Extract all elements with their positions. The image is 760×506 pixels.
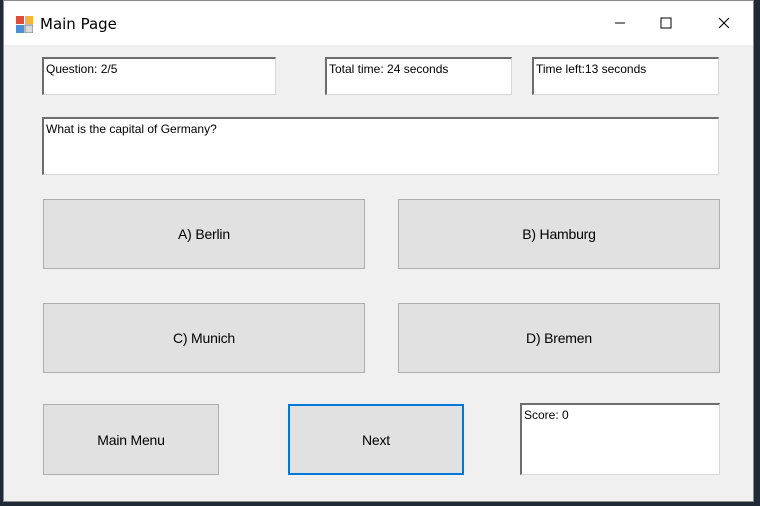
answer-a-button[interactable]: A) Berlin	[43, 199, 365, 269]
close-button[interactable]	[701, 1, 747, 45]
close-icon	[718, 17, 730, 29]
maximize-icon	[660, 17, 672, 29]
total-time-field[interactable]: Total time: 24 seconds	[325, 57, 512, 95]
window-title: Main Page	[40, 15, 117, 33]
minimize-icon	[615, 22, 625, 24]
answer-d-button[interactable]: D) Bremen	[398, 303, 720, 373]
score-field[interactable]: Score: 0	[520, 403, 720, 475]
maximize-button[interactable]	[643, 1, 689, 45]
app-form-icon	[16, 16, 33, 33]
next-button[interactable]: Next	[288, 404, 464, 475]
minimize-button[interactable]	[597, 1, 643, 45]
main-window: Main Page Question: 2/5 Total time: 24 s…	[3, 0, 754, 502]
question-counter-field[interactable]: Question: 2/5	[42, 57, 276, 95]
answer-b-button[interactable]: B) Hamburg	[398, 199, 720, 269]
answer-c-button[interactable]: C) Munich	[43, 303, 365, 373]
title-bar[interactable]: Main Page	[4, 1, 753, 45]
question-text-field[interactable]: What is the capital of Germany?	[42, 117, 719, 175]
time-left-field[interactable]: Time left:13 seconds	[532, 57, 719, 95]
main-menu-button[interactable]: Main Menu	[43, 404, 219, 475]
